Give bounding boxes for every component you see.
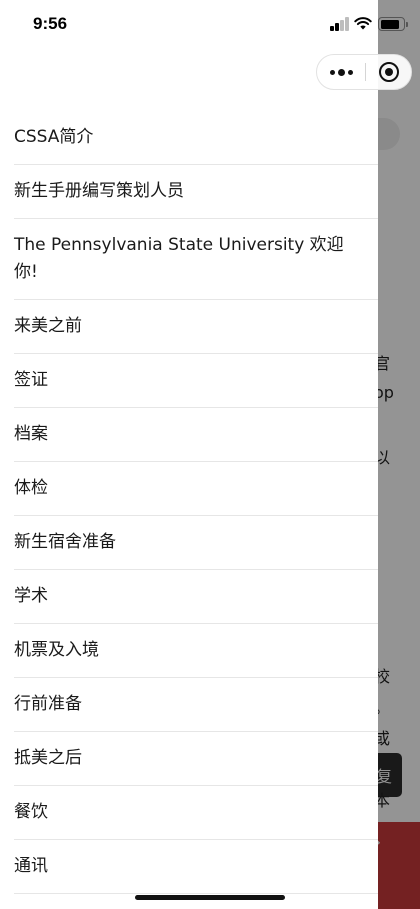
miniprogram-capsule <box>316 54 412 90</box>
menu-item-label: CSSA简介 <box>14 127 94 147</box>
menu-item-label: 餐饮 <box>14 802 48 822</box>
menu-item-label: 档案 <box>14 424 48 444</box>
menu-item-label: 抵美之后 <box>14 748 82 768</box>
more-dots-icon[interactable] <box>317 55 365 89</box>
menu-item-label: 来美之前 <box>14 316 82 336</box>
menu-item[interactable]: The Pennsylvania State University 欢迎你! <box>14 219 378 300</box>
menu-item-label: 新生宿舍准备 <box>14 532 116 552</box>
menu-item-label: 行前准备 <box>14 694 82 714</box>
status-time: 9:56 <box>33 14 68 33</box>
menu-item-label: 签证 <box>14 370 48 390</box>
close-target-icon[interactable] <box>365 55 412 89</box>
menu-item[interactable]: 新生手册编写策划人员 <box>14 165 378 219</box>
menu-item[interactable]: 餐饮 <box>14 786 378 840</box>
menu-item[interactable]: 学术 <box>14 570 378 624</box>
menu-item[interactable]: 机票及入境 <box>14 624 378 678</box>
battery-icon <box>378 17 408 31</box>
menu-item-label: 学术 <box>14 586 48 606</box>
side-drawer: 9:56 CSSA简介 新生手册编写策划人员 The Pennsylvania … <box>0 0 378 909</box>
menu-item[interactable]: 抵美之后 <box>14 732 378 786</box>
menu-item-label: 机票及入境 <box>14 640 99 660</box>
home-indicator[interactable] <box>135 895 285 900</box>
menu-item[interactable]: 体检 <box>14 462 378 516</box>
menu-item[interactable]: 行前准备 <box>14 678 378 732</box>
wifi-icon <box>354 17 372 30</box>
menu-item-label: The Pennsylvania State University 欢迎你! <box>14 235 344 282</box>
menu-item-label: 体检 <box>14 478 48 498</box>
menu-item[interactable]: 签证 <box>14 354 378 408</box>
menu-item[interactable]: 档案 <box>14 408 378 462</box>
menu-item[interactable]: 通讯 <box>14 840 378 894</box>
cellular-signal-icon <box>330 17 350 31</box>
menu-item[interactable]: 新生宿舍准备 <box>14 516 378 570</box>
menu-item-label: 通讯 <box>14 856 48 876</box>
menu-item-label: 新生手册编写策划人员 <box>14 181 184 201</box>
drawer-menu: CSSA简介 新生手册编写策划人员 The Pennsylvania State… <box>0 111 378 894</box>
menu-item[interactable]: CSSA简介 <box>14 111 378 165</box>
menu-item[interactable]: 来美之前 <box>14 300 378 354</box>
